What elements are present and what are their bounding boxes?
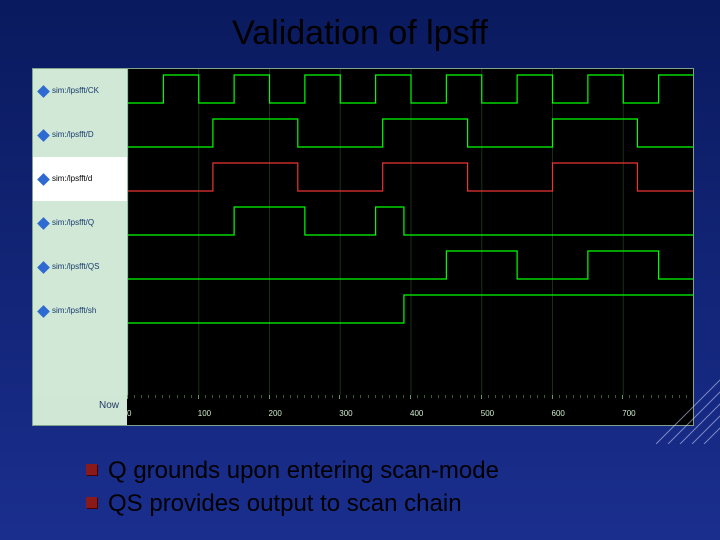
waveform-body: sim:/lpsfft/CK sim:/lpsfft/D sim:/lpsfft… (33, 69, 693, 395)
signal-row-qs[interactable]: sim:/lpsfft/QS (33, 245, 127, 289)
waveform-plot[interactable] (128, 69, 693, 395)
diamond-icon (37, 305, 50, 318)
signal-row-d[interactable]: sim:/lpsfft/D (33, 113, 127, 157)
time-axis: 0100200300400500600700 (127, 395, 693, 425)
waveform-svg (128, 69, 693, 395)
page-title: Validation of lpsff (0, 0, 720, 59)
time-axis-label: Now (33, 395, 127, 417)
diamond-icon (37, 217, 50, 230)
diamond-icon (37, 85, 50, 98)
bullet-1: Q grounds upon entering scan-mode (80, 455, 499, 487)
diamond-icon (37, 261, 50, 274)
signal-row-ck[interactable]: sim:/lpsfft/CK (33, 69, 127, 113)
diamond-icon (37, 173, 50, 186)
signal-row-sh[interactable]: sim:/lpsfft/sh (33, 289, 127, 333)
waveform-panel: sim:/lpsfft/CK sim:/lpsfft/D sim:/lpsfft… (32, 68, 694, 426)
diamond-icon (37, 129, 50, 142)
signal-column: sim:/lpsfft/CK sim:/lpsfft/D sim:/lpsfft… (33, 69, 128, 395)
signal-row-d2[interactable]: sim:/lpsfft/d (33, 157, 127, 201)
signal-row-q[interactable]: sim:/lpsfft/Q (33, 201, 127, 245)
slide: Validation of lpsff sim:/lpsfft/CK sim:/… (0, 0, 720, 540)
bullet-list: Q grounds upon entering scan-mode QS pro… (80, 455, 499, 520)
bullet-2: QS provides output to scan chain (80, 488, 499, 520)
